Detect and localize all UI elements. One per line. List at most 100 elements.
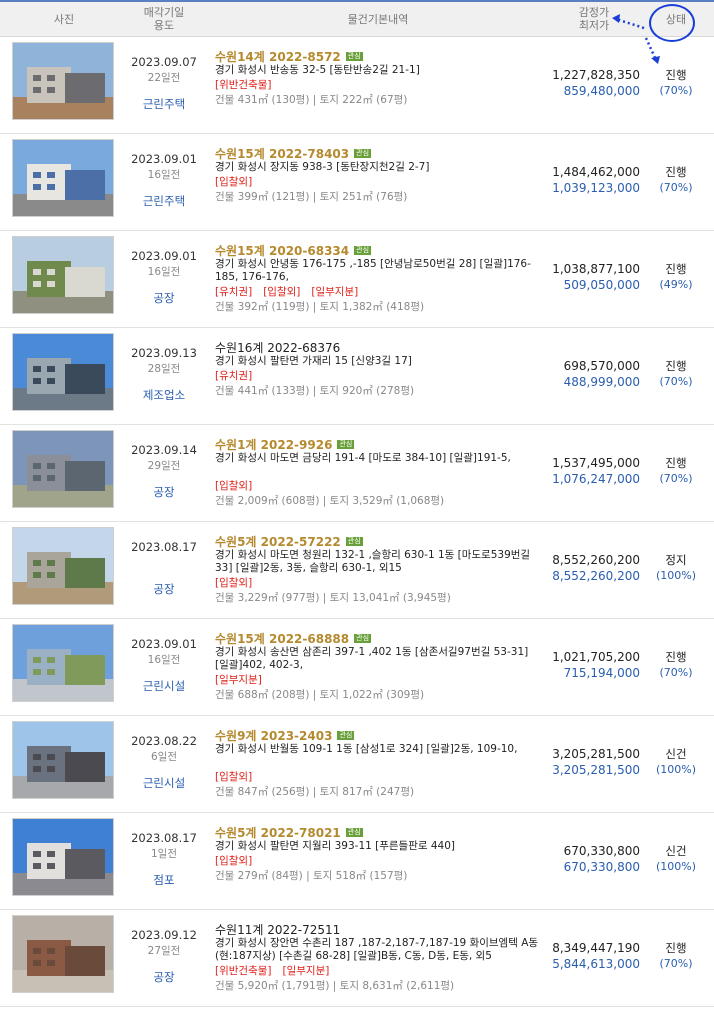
table-row[interactable]: 2023.09.14 29일전 공장 수원1계 2022-9926 관심 경기 화성시 마…: [0, 425, 714, 522]
days-ago: 27일전: [147, 945, 181, 957]
case-line: 수원9계 2023-2403 관심: [215, 727, 355, 744]
attention-badge: 관심: [354, 246, 372, 255]
warning-tags: [입찰외]: [215, 478, 263, 493]
usage-type[interactable]: 공장: [128, 969, 200, 985]
status-percent: (70%): [659, 666, 693, 679]
property-photo[interactable]: [12, 915, 114, 993]
minimum-price: 670,330,800: [563, 860, 640, 874]
status-cell: 정지 (100%): [641, 552, 711, 584]
appraisal-price: 698,570,000: [563, 359, 640, 373]
case-line: 수원5계 2022-78021 관심: [215, 824, 363, 841]
warning-tags: [입찰외]: [215, 853, 263, 868]
property-photo[interactable]: [12, 42, 114, 120]
usage-type[interactable]: 근린시설: [128, 775, 200, 791]
status-label: 진행: [665, 262, 687, 276]
status-cell: 진행 (70%): [641, 455, 711, 487]
case-number-link[interactable]: 수원15계 2022-78403: [215, 147, 349, 161]
days-ago: 28일전: [147, 363, 181, 375]
usage-type[interactable]: 공장: [128, 290, 200, 306]
property-photo[interactable]: [12, 721, 114, 799]
area-summary: 건물 441㎡ (133평) | 토지 920㎡ (278평): [215, 385, 415, 397]
table-row[interactable]: 2023.08.17 1일전 점포 수원5계 2022-78021 관심 경기 화성시 팔…: [0, 813, 714, 910]
case-number-link[interactable]: 수원15계 2022-68888: [215, 632, 349, 646]
days-ago: 16일전: [147, 654, 181, 666]
property-address: 경기 화성시 안녕동 176-175 ,-185 [안녕남로50번길 28] […: [215, 258, 531, 283]
warning-tags: [유치권] [입찰외] [일부지분]: [215, 284, 369, 299]
table-row[interactable]: 2023.09.07 22일전 근린주택 수원14계 2022-8572 관심 경기 화성…: [0, 37, 714, 134]
appraisal-price: 1,038,877,100: [552, 262, 640, 276]
usage-type[interactable]: 근린주택: [128, 193, 200, 209]
auction-date: 2023.09.14: [131, 443, 197, 457]
status-percent: (100%): [655, 763, 697, 776]
appraisal-price: 3,205,281,500: [552, 747, 640, 761]
warning-tags: [유치권]: [215, 368, 263, 383]
usage-type[interactable]: 공장: [128, 581, 200, 597]
price-cell: 8,349,447,190 5,844,613,000: [548, 940, 640, 972]
auction-date: 2023.08.17: [131, 540, 197, 554]
appraisal-price: 1,227,828,350: [552, 68, 640, 82]
property-photo[interactable]: [12, 139, 114, 217]
attention-badge: 관심: [354, 149, 372, 158]
table-row[interactable]: 2023.09.01 16일전 공장 수원15계 2020-68334 관심 경기 화성시…: [0, 231, 714, 328]
property-address: 경기 화성시 송산면 삼존리 397-1 ,402 1동 [삼존서길97번길 5…: [215, 646, 529, 671]
warning-tag: [입찰외]: [215, 480, 253, 492]
property-photo[interactable]: [12, 527, 114, 605]
warning-tag: [일부지분]: [215, 674, 262, 686]
warning-tag: [위반건축물]: [215, 79, 272, 91]
usage-type[interactable]: 근린주택: [128, 96, 200, 112]
price-cell: 8,552,260,200 8,552,260,200: [548, 552, 640, 584]
price-cell: 670,330,800 670,330,800: [548, 843, 640, 875]
case-line: 수원14계 2022-8572 관심: [215, 48, 363, 65]
case-number-link[interactable]: 수원1계 2022-9926: [215, 438, 332, 452]
property-address: 경기 화성시 마도면 금당리 191-4 [마도로 384-10] [일괄]19…: [215, 452, 511, 464]
usage-type[interactable]: 공장: [128, 484, 200, 500]
case-number-link[interactable]: 수원9계 2023-2403: [215, 729, 332, 743]
warning-tags: [입찰외]: [215, 769, 263, 784]
case-line: 수원5계 2022-57222 관심: [215, 533, 363, 550]
property-photo[interactable]: [12, 333, 114, 411]
table-row[interactable]: 2023.08.17 공장 수원5계 2022-57222 관심 경기 화성시 마도면 …: [0, 522, 714, 619]
table-row[interactable]: 2023.09.01 16일전 근린시설 수원15계 2022-68888 관심 경기 화…: [0, 619, 714, 716]
case-number-link[interactable]: 수원5계 2022-78021: [215, 826, 341, 840]
usage-type[interactable]: 근린시설: [128, 678, 200, 694]
table-row[interactable]: 2023.09.12 27일전 공장 수원11계 2022-72511 경기 화성시 장…: [0, 910, 714, 1007]
property-photo[interactable]: [12, 624, 114, 702]
minimum-price: 715,194,000: [563, 666, 640, 680]
table-row[interactable]: 2023.09.01 16일전 근린주택 수원15계 2022-78403 관심 경기 화…: [0, 134, 714, 231]
price-cell: 3,205,281,500 3,205,281,500: [548, 746, 640, 778]
auction-date: 2023.08.17: [131, 831, 197, 845]
status-label: 진행: [665, 456, 687, 470]
case-number-link[interactable]: 수원15계 2020-68334: [215, 244, 349, 258]
property-photo[interactable]: [12, 818, 114, 896]
status-percent: (70%): [659, 84, 693, 97]
attention-badge: 관심: [337, 440, 355, 449]
table-row[interactable]: 2023.09.13 28일전 제조업소 수원16계 2022-68376 경기 화성시…: [0, 328, 714, 425]
warning-tag: [일부지분]: [311, 286, 359, 298]
minimum-price: 1,039,123,000: [552, 181, 640, 195]
status-label: 진행: [665, 941, 687, 955]
case-number-link[interactable]: 수원5계 2022-57222: [215, 535, 341, 549]
minimum-price: 8,552,260,200: [552, 569, 640, 583]
usage-type[interactable]: 점포: [128, 872, 200, 888]
price-cell: 1,227,828,350 859,480,000: [548, 67, 640, 99]
usage-type[interactable]: 제조업소: [128, 387, 200, 403]
property-photo[interactable]: [12, 236, 114, 314]
case-number-link[interactable]: 수원11계 2022-72511: [215, 923, 340, 937]
status-cell: 진행 (70%): [641, 164, 711, 196]
days-ago: 22일전: [147, 72, 181, 84]
days-ago: 1일전: [150, 848, 177, 860]
minimum-price: 5,844,613,000: [552, 957, 640, 971]
status-label: 정지: [665, 553, 687, 567]
days-ago: 6일전: [150, 751, 177, 763]
area-summary: 건물 5,920㎡ (1,791평) | 토지 8,631㎡ (2,611평): [215, 980, 455, 992]
attention-badge: 관심: [345, 537, 363, 546]
case-number-link[interactable]: 수원14계 2022-8572: [215, 50, 341, 64]
status-label: 신건: [665, 844, 687, 858]
auction-date: 2023.09.12: [131, 928, 197, 942]
case-number-link[interactable]: 수원16계 2022-68376: [215, 341, 340, 355]
status-cell: 진행 (70%): [641, 649, 711, 681]
attention-badge: 관심: [345, 828, 363, 837]
property-photo[interactable]: [12, 430, 114, 508]
table-row[interactable]: 2023.08.22 6일전 근린시설 수원9계 2023-2403 관심 경기 화성시 …: [0, 716, 714, 813]
price-cell: 1,537,495,000 1,076,247,000: [548, 455, 640, 487]
